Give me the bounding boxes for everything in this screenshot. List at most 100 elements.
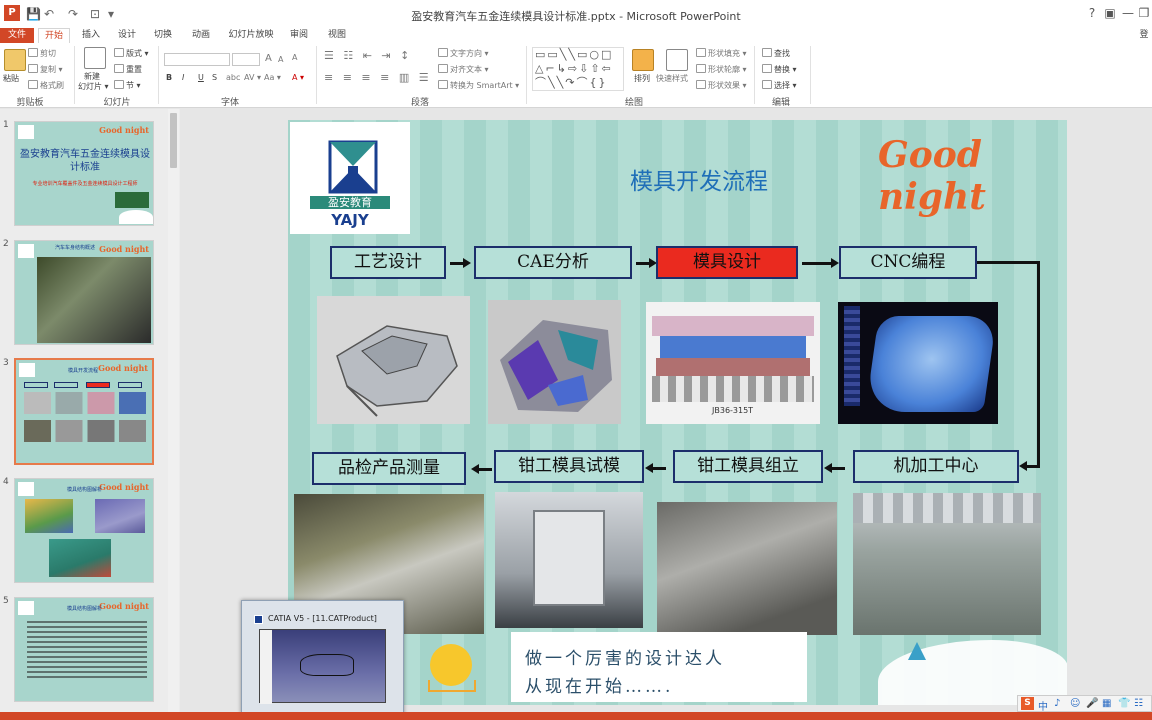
- arrow-left: [645, 463, 666, 473]
- reset-icon: [114, 64, 124, 73]
- logo-icon: [18, 482, 34, 496]
- step-process-design: 工艺设计: [330, 246, 446, 279]
- shadow-button[interactable]: abc: [226, 73, 240, 82]
- shrink-font-button[interactable]: A: [278, 55, 283, 64]
- ribbon-display-button[interactable]: ▣: [1100, 6, 1120, 20]
- reset-button[interactable]: 重置: [114, 64, 142, 75]
- quick-styles-icon[interactable]: [666, 49, 688, 71]
- thumb-title: 盈安教育汽车五金连续模具设计标准: [20, 149, 150, 173]
- slide-thumbnail-1[interactable]: Good night 盈安教育汽车五金连续模具设计标准 专业培训汽车覆盖件及五金…: [14, 121, 154, 226]
- format-painter-button[interactable]: 格式刷: [28, 80, 64, 91]
- ime-skin-icon[interactable]: 👕: [1118, 698, 1130, 709]
- goodnight-text: Good night: [98, 363, 148, 373]
- thumbnail-scrollbar[interactable]: [168, 109, 179, 720]
- sogou-icon[interactable]: S: [1021, 697, 1034, 710]
- connector-line: [1037, 261, 1040, 467]
- arrow-left: [824, 463, 845, 473]
- new-slide-dropdown[interactable]: 幻灯片 ▾: [78, 81, 109, 92]
- slide-thumbnail-3[interactable]: Good night 模具开发流程: [14, 358, 154, 465]
- grow-font-button[interactable]: A: [265, 53, 272, 64]
- font-size-combo[interactable]: [232, 53, 260, 66]
- slide-number: 1: [3, 120, 9, 130]
- slide-thumbnail-4[interactable]: Good night 模具结构图解析: [14, 478, 154, 583]
- align-buttons[interactable]: ≡ ≡ ≡ ≡ ▥ ☰: [324, 71, 432, 84]
- ime-toolbar[interactable]: S 中 ♪ ☺ 🎤 ▦ 👕 ☷: [1017, 695, 1152, 713]
- align-text-button[interactable]: 对齐文本 ▾: [438, 64, 489, 75]
- find-button[interactable]: 查找: [762, 48, 790, 59]
- copy-button[interactable]: 复制 ▾: [28, 64, 63, 75]
- slide-thumbnail-pane: 1 Good night 盈安教育汽车五金连续模具设计标准 专业培训汽车覆盖件及…: [0, 109, 180, 720]
- ime-punct-icon[interactable]: ♪: [1054, 698, 1060, 709]
- ime-keyboard-icon[interactable]: ▦: [1102, 698, 1111, 709]
- catia-preview-thumbnail[interactable]: [259, 629, 386, 704]
- section-button[interactable]: 节 ▾: [114, 80, 141, 91]
- tab-animations[interactable]: 动画: [186, 28, 216, 43]
- signin-link[interactable]: 登: [1136, 28, 1152, 43]
- paste-icon[interactable]: [4, 49, 26, 71]
- new-slide-icon[interactable]: [84, 47, 106, 69]
- text-direction-button[interactable]: 文字方向 ▾: [438, 48, 489, 59]
- ime-menu-icon[interactable]: ☷: [1134, 698, 1143, 709]
- ime-chinese-toggle[interactable]: 中: [1038, 698, 1048, 713]
- window-title: 盈安教育汽车五金连续模具设计标准.pptx - Microsoft PowerP…: [411, 10, 741, 23]
- binoculars-icon: [762, 48, 772, 57]
- arrange-icon[interactable]: [632, 49, 654, 71]
- cut-button[interactable]: 剪切: [28, 48, 56, 59]
- group-separator: [810, 46, 811, 104]
- machining-center-photo: [853, 493, 1041, 635]
- tab-home[interactable]: 开始: [38, 28, 70, 43]
- shape-fill-button[interactable]: 形状填充 ▾: [696, 48, 747, 59]
- ime-emoji-icon[interactable]: ☺: [1070, 698, 1080, 709]
- paste-button[interactable]: 粘贴: [3, 73, 19, 84]
- slide-thumbnail-2[interactable]: Good night 汽车车身结构概述: [14, 240, 154, 345]
- taskbar-preview-popup[interactable]: CATIA V5 - [11.CATProduct]: [241, 600, 404, 715]
- thumb-title: 模具开发流程: [68, 368, 99, 374]
- scrollbar-thumb[interactable]: [170, 113, 177, 168]
- ime-mic-icon[interactable]: 🎤: [1086, 698, 1098, 709]
- thumb-title: 模具结构图解析: [67, 487, 103, 493]
- italic-button[interactable]: I: [182, 73, 184, 82]
- select-button[interactable]: 选择 ▾: [762, 80, 797, 91]
- slide-thumbnail-5[interactable]: Good night 模具结构图解析: [14, 597, 154, 702]
- tab-view[interactable]: 视图: [322, 28, 352, 43]
- popup-title: CATIA V5 - [11.CATProduct]: [268, 614, 377, 623]
- bold-button[interactable]: B: [166, 73, 172, 82]
- strikethrough-button[interactable]: S: [212, 73, 217, 82]
- replace-icon: [762, 64, 772, 73]
- change-case-button[interactable]: Aa ▾: [264, 73, 281, 82]
- layout-button[interactable]: 版式 ▾: [114, 48, 149, 59]
- quick-styles-button[interactable]: 快速样式: [656, 73, 688, 84]
- scissors-icon: [28, 48, 38, 57]
- restore-button[interactable]: ❐: [1134, 6, 1152, 20]
- help-button[interactable]: ?: [1082, 6, 1102, 20]
- group-separator: [754, 46, 755, 104]
- font-color-button[interactable]: A ▾: [292, 73, 304, 82]
- shapes-gallery[interactable]: ▭▭╲╲▭○□ △⌐↳⇨⇩⇧⇦ ⌒╲╲↷⌒{}: [532, 47, 624, 91]
- mini-images-bottom: [24, 420, 146, 442]
- clear-format-button[interactable]: A: [292, 53, 297, 62]
- group-separator: [74, 46, 75, 104]
- thumb-title: 模具结构图解析: [67, 606, 103, 612]
- slogan-box: 做一个厉害的设计达人 从现在开始…….: [511, 632, 807, 702]
- char-spacing-button[interactable]: AV ▾: [244, 73, 261, 82]
- text-lines: [27, 618, 147, 678]
- slide-canvas[interactable]: 盈安教育 YAJY 模具开发流程 Good night 工艺设计 CAE分析 模…: [288, 120, 1067, 705]
- font-name-combo[interactable]: [164, 53, 230, 66]
- list-buttons[interactable]: ☰ ☷ ⇤ ⇥ ↕: [324, 49, 412, 62]
- smartart-button[interactable]: 转换为 SmartArt ▾: [438, 80, 519, 91]
- mini-step: [86, 382, 110, 388]
- tab-slideshow[interactable]: 幻灯片放映: [226, 28, 276, 43]
- shape-outline-button[interactable]: 形状轮廓 ▾: [696, 64, 747, 75]
- replace-button[interactable]: 替换 ▾: [762, 64, 797, 75]
- goodnight-text: Good night: [99, 244, 149, 254]
- die-plate: [660, 336, 806, 358]
- group-separator: [526, 46, 527, 104]
- shape-effects-button[interactable]: 形状效果 ▾: [696, 80, 747, 91]
- tab-design[interactable]: 设计: [112, 28, 142, 43]
- arrange-button[interactable]: 排列: [634, 73, 650, 84]
- tab-review[interactable]: 审阅: [284, 28, 314, 43]
- underline-button[interactable]: U: [198, 73, 204, 82]
- tab-file[interactable]: 文件: [0, 28, 34, 43]
- tab-transitions[interactable]: 切换: [148, 28, 178, 43]
- tab-insert[interactable]: 插入: [76, 28, 106, 43]
